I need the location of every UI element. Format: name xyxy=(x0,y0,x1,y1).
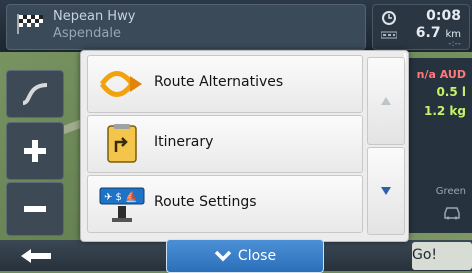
route-preview-button[interactable] xyxy=(6,70,64,118)
menu-item-label: Itinerary xyxy=(154,134,214,150)
go-label: Go! xyxy=(412,247,438,263)
arrival-placeholder: -:-- xyxy=(448,39,461,49)
menu-item-itinerary[interactable]: Itinerary xyxy=(87,115,363,173)
chevron-down-icon xyxy=(214,250,232,262)
eco-rating-label: Green xyxy=(435,186,466,197)
triangle-up-icon xyxy=(381,97,391,105)
menu-item-route-settings[interactable]: ✈ $ ⛵ Route Settings xyxy=(87,175,363,233)
fuel-consumption: 0.5 l xyxy=(436,85,466,99)
scroll-down-button[interactable] xyxy=(367,147,405,235)
itinerary-icon xyxy=(107,124,137,163)
remaining-time: 0:08 xyxy=(426,8,461,24)
trip-info-box[interactable]: 0:08 6.7 km -:-- xyxy=(372,4,470,50)
top-bar: Nepean Hwy Aspendale 0:08 6.7 km -:-- xyxy=(0,0,472,52)
minus-icon xyxy=(24,206,46,212)
co2-emission: 1.2 kg xyxy=(423,104,466,118)
trip-stats-panel[interactable]: n/a AUD 0.5 l 1.2 kg Green xyxy=(408,58,472,233)
go-button[interactable]: Go! xyxy=(412,242,472,270)
plus-icon xyxy=(24,140,46,162)
toll-cost: n/a AUD xyxy=(416,68,466,81)
close-button[interactable]: Close xyxy=(166,239,324,273)
checkered-flag-icon xyxy=(17,14,43,34)
back-arrow-icon xyxy=(21,249,51,263)
route-menu-panel: Route Alternatives Itinerary ✈ $ ⛵ Route… xyxy=(80,50,409,242)
zoom-in-button[interactable] xyxy=(6,122,64,180)
route-settings-icon: ✈ $ ⛵ xyxy=(99,187,145,222)
menu-item-route-alternatives[interactable]: Route Alternatives xyxy=(87,55,363,113)
distance-icon xyxy=(381,31,397,39)
scroll-up-button[interactable] xyxy=(367,57,405,145)
street-name: Nepean Hwy xyxy=(53,9,136,24)
triangle-down-icon xyxy=(381,187,391,195)
destination-clock-icon xyxy=(382,11,396,25)
menu-item-label: Route Settings xyxy=(154,194,257,210)
route-alternatives-icon xyxy=(99,71,142,97)
zoom-out-button[interactable] xyxy=(6,182,64,236)
close-label: Close xyxy=(237,248,277,264)
car-icon xyxy=(444,207,460,220)
menu-item-label: Route Alternatives xyxy=(154,74,284,90)
svg-text:✈ $ ⛵: ✈ $ ⛵ xyxy=(104,190,138,203)
street-locality: Aspendale xyxy=(53,26,121,41)
street-info[interactable]: Nepean Hwy Aspendale xyxy=(6,4,366,50)
route-curve-icon xyxy=(22,83,48,105)
back-button[interactable] xyxy=(8,243,64,269)
